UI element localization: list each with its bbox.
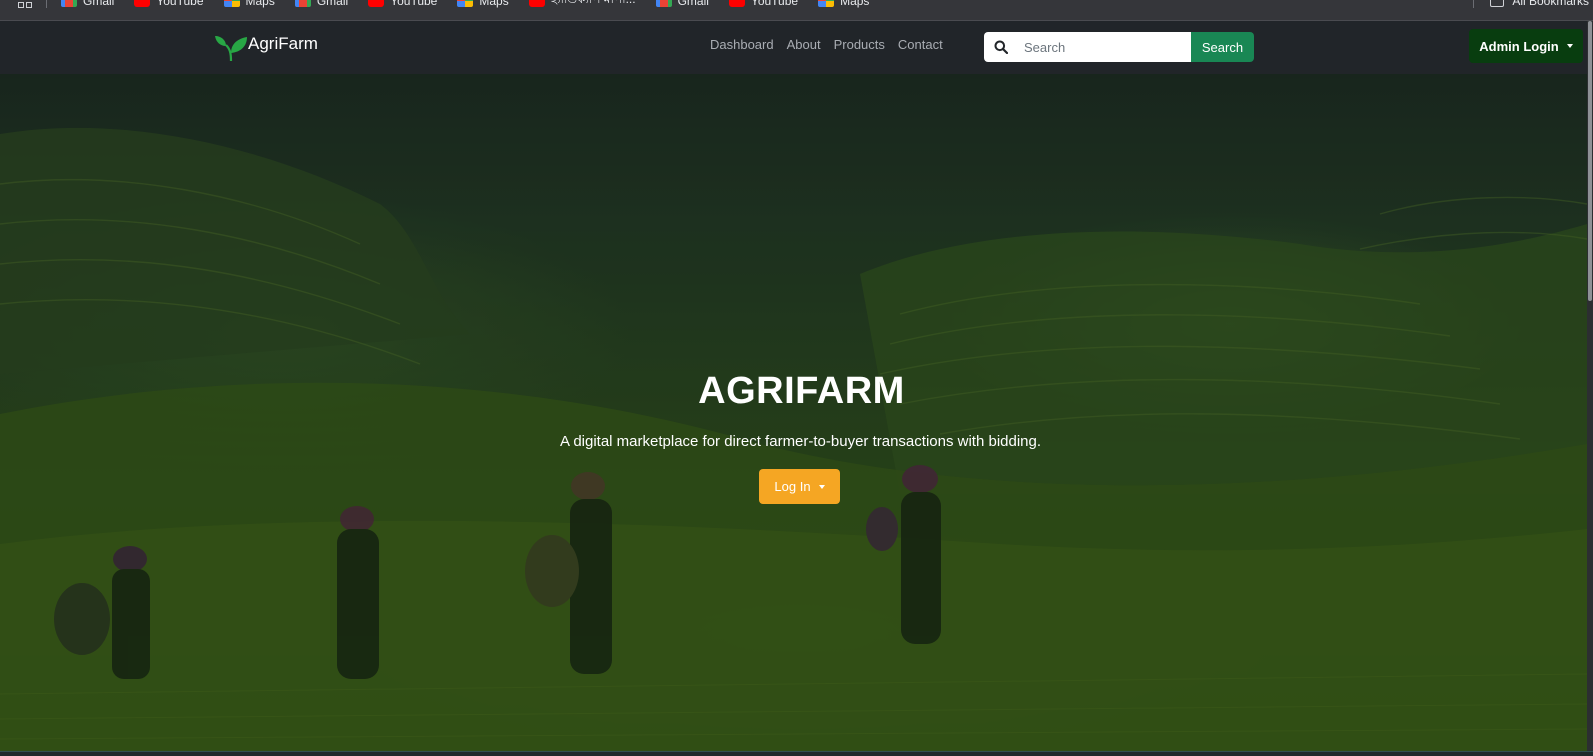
- hero-subtitle: A digital marketplace for direct farmer-…: [559, 433, 1042, 450]
- bookmark-label: YouTube: [390, 0, 438, 8]
- bookmark-label: Gmail: [316, 0, 349, 8]
- bookmark-label: Gmail: [83, 0, 115, 8]
- bookmark-gmail[interactable]: Gmail: [294, 0, 349, 8]
- leaf-logo-icon: [215, 36, 247, 62]
- hero-section: AGRIFARM A digital marketplace for direc…: [0, 74, 1587, 751]
- bookmark-maps[interactable]: Maps: [818, 0, 869, 8]
- bookmark-label: YouTube: [156, 0, 204, 8]
- maps-icon: [818, 0, 835, 7]
- search-button[interactable]: Search: [1191, 32, 1254, 62]
- youtube-icon: [368, 0, 385, 7]
- nav-links: Dashboard About Products Contact: [710, 37, 956, 52]
- bookmark-label: Maps: [840, 0, 870, 8]
- bookmark-youtube[interactable]: YouTube: [368, 0, 437, 8]
- bookmark-maps[interactable]: Maps: [457, 0, 509, 8]
- bookmark-youtube[interactable]: YouTube: [134, 0, 204, 8]
- maps-icon: [457, 0, 474, 7]
- gmail-icon: [294, 0, 311, 7]
- login-label: Log In: [774, 479, 811, 494]
- bookmark-gmail[interactable]: Gmail: [655, 0, 709, 8]
- nav-link-contact[interactable]: Contact: [898, 37, 943, 52]
- page-scrollbar[interactable]: [1587, 21, 1593, 751]
- bottom-edge: [0, 751, 1593, 756]
- search-box: [984, 32, 1191, 62]
- bookmark-label: Maps: [479, 0, 509, 8]
- brand-name: AgriFarm: [248, 34, 318, 53]
- maps-icon: [223, 0, 240, 7]
- youtube-icon: [728, 0, 745, 7]
- bookmark-label: Maps: [245, 0, 275, 8]
- all-bookmarks-link[interactable]: All Bookmarks: [1512, 0, 1589, 8]
- bookmark-maps[interactable]: Maps: [223, 0, 275, 8]
- search-form: Search: [984, 32, 1254, 62]
- apps-grid-icon[interactable]: [18, 0, 32, 8]
- chevron-down-icon: [818, 484, 825, 489]
- bookmark-label: Gmail: [677, 0, 709, 8]
- bookmarks-bar: Gmail YouTube Maps Gmail YouTube Maps হ্…: [0, 0, 1593, 21]
- gmail-icon: [61, 0, 77, 7]
- scrollbar-thumb[interactable]: [1588, 21, 1592, 301]
- search-icon: [994, 40, 1008, 54]
- bookmark-video[interactable]: হ্যান্ডিক্যাপ মাপা...: [528, 0, 636, 11]
- hero-title: AGRIFARM: [698, 370, 905, 412]
- bookmark-label: হ্যান্ডিক্যাপ মাপা...: [551, 0, 636, 11]
- search-input[interactable]: [1024, 39, 1174, 55]
- gmail-icon: [655, 0, 672, 7]
- nav-link-about[interactable]: About: [787, 37, 821, 52]
- youtube-icon: [134, 0, 151, 7]
- bookmark-youtube[interactable]: YouTube: [728, 0, 799, 8]
- admin-login-button[interactable]: Admin Login: [1469, 29, 1583, 63]
- folder-icon: [1490, 0, 1505, 7]
- chevron-down-icon: [1566, 44, 1573, 48]
- youtube-icon: [528, 0, 545, 7]
- bookmarks-divider: [46, 0, 47, 8]
- hero-content: AGRIFARM A digital marketplace for direc…: [0, 370, 1587, 504]
- brand-link[interactable]: AgriFarm: [214, 31, 318, 63]
- bookmark-label: YouTube: [750, 0, 799, 8]
- nav-link-products[interactable]: Products: [834, 37, 885, 52]
- login-button[interactable]: Log In: [759, 469, 840, 504]
- bookmarks-divider: [1473, 0, 1475, 8]
- nav-link-dashboard[interactable]: Dashboard: [710, 37, 774, 52]
- site-navbar: AgriFarm Dashboard About Products Contac…: [0, 21, 1593, 74]
- admin-login-label: Admin Login: [1479, 38, 1559, 54]
- bookmark-gmail[interactable]: Gmail: [61, 0, 114, 8]
